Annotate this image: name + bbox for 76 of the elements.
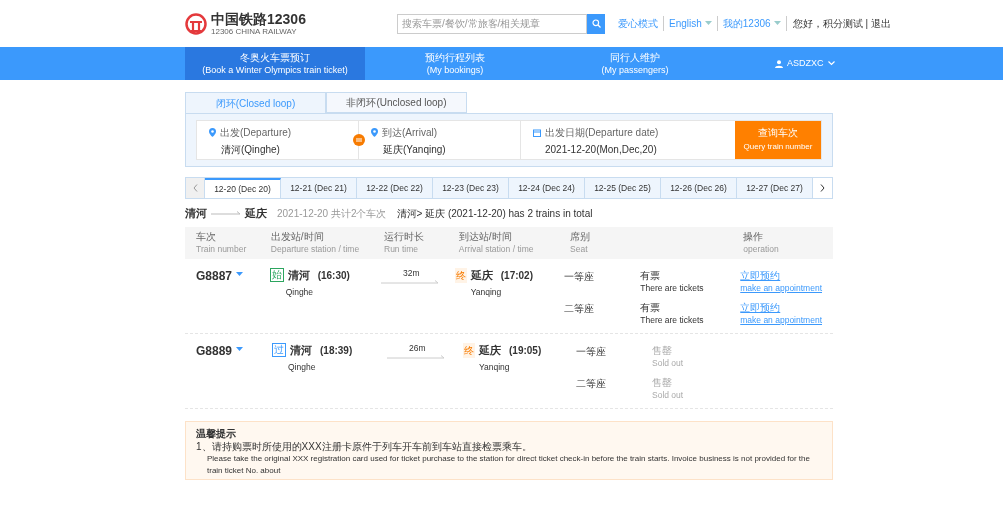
date-tab[interactable]: 12-24 (Dec 24) (509, 178, 585, 198)
departure-time: (18:39) (320, 343, 353, 358)
ticket-status: 售罄 (652, 376, 673, 389)
ticket-status: 售罄 (652, 344, 673, 357)
departure-station: 清河 (287, 268, 310, 283)
chevron-left-icon (192, 184, 198, 192)
date-tab[interactable]: 12-25 (Dec 25) (585, 178, 661, 198)
run-time: 32m (403, 267, 420, 280)
search-button[interactable] (587, 13, 605, 34)
ticket-status-en: Sold out (652, 357, 685, 370)
caret-icon (704, 21, 712, 26)
column-header: Arrival station / time (458, 243, 535, 256)
station-badge: 终 (454, 267, 467, 283)
station-badge: 始 (269, 268, 284, 283)
column-header: 车次 (196, 230, 217, 243)
seat-class: 二等座 (564, 302, 596, 316)
run-time: 26m (409, 342, 426, 355)
nav-tab[interactable]: 冬奥火车票预订 (Book a Winter Olympics train ticket) (185, 47, 365, 80)
notice-text: 1、请持购票时所使用的XXX注册卡原件于列车开车前到车站直接检票乘车。 (196, 441, 533, 453)
column-header: 运行时长 (384, 230, 425, 243)
next-button[interactable] (813, 178, 832, 198)
route-to: 延庆 (245, 205, 267, 221)
seat-class: 一等座 (564, 270, 596, 284)
date-tab[interactable]: 12-22 (Dec 22) (357, 178, 433, 198)
search-icon (591, 19, 601, 28)
arrival-station: 延庆 (470, 268, 493, 283)
train-number[interactable]: G8889 (196, 342, 233, 360)
column-header: Departure station / time (270, 243, 361, 256)
column-header: Seat (570, 243, 589, 256)
departure-station-en: Qinghe (284, 285, 315, 299)
train-number[interactable]: G8887 (196, 267, 233, 285)
departure-time: (16:30) (317, 268, 350, 283)
caret-icon (773, 21, 781, 26)
user-icon (775, 59, 783, 68)
greeting-text: 您好，积分测试 | 退出 (791, 17, 891, 31)
caret-icon (236, 347, 244, 352)
seat-class: 二等座 (576, 377, 607, 391)
arrival-station-en: Yanqing (478, 360, 511, 374)
departure-station: 清河 (290, 343, 312, 358)
date-tab[interactable]: 12-26 (Dec 26) (661, 178, 737, 198)
column-header: 到达站/时间 (458, 230, 513, 243)
caret-icon (236, 272, 244, 277)
column-header: 出发站/时间 (270, 230, 325, 243)
notice-text: Please take the original XXX registration card used for ticket purchase to the station for direct ticket check-in before the train starts. Invoice business is not provided for the train ticket No. about (206, 453, 811, 477)
date-tab[interactable]: 12-20 (Dec 20) (205, 178, 281, 198)
route-from: 清河 (185, 205, 207, 221)
arrival-station: 延庆 (479, 343, 501, 358)
ticket-status: 有票 (640, 269, 662, 282)
date-tab[interactable]: 12-21 (Dec 21) (281, 178, 357, 198)
column-header: operation (743, 243, 780, 256)
loop-tab[interactable]: 非闭环(Unclosed loop) (326, 92, 467, 113)
ticket-status-en: Sold out (652, 389, 685, 402)
column-header: Run time (384, 243, 419, 256)
station-badge: 过 (272, 343, 286, 358)
route-summary: 2021-12-20 共计2个车次 (277, 206, 387, 221)
ticket-status-en: There are tickets (640, 282, 705, 295)
station-badge: 终 (463, 342, 475, 358)
arrival-time: (17:02) (500, 268, 533, 283)
ticket-status-en: There are tickets (640, 314, 705, 327)
column-header: 操作 (743, 230, 765, 243)
chevron-down-icon (827, 61, 835, 66)
date-tab[interactable]: 12-23 (Dec 23) (433, 178, 509, 198)
chevron-right-icon (820, 184, 825, 192)
column-header: 席别 (570, 230, 592, 243)
departure-station-en: Qinghe (287, 360, 317, 374)
railway-logo-icon (185, 12, 207, 35)
notice-title: 温馨提示 (196, 427, 237, 441)
search-field[interactable]: 搜索车票/餐饮/常旅客/相关规章 (397, 13, 587, 34)
seat-class: 一等座 (576, 345, 607, 359)
arrival-station-en: Yanqing (469, 285, 503, 299)
logo-title: 中国铁路12306 (211, 11, 306, 26)
arrival-time: (19:05) (509, 343, 542, 358)
ticket-status: 有票 (640, 301, 662, 314)
column-header: Train number (196, 243, 248, 256)
logo-subtitle: 12306 CHINA RAILWAY (211, 27, 298, 36)
route-summary: 清河> 延庆 (2021-12-20) has 2 trains in total (396, 206, 593, 221)
